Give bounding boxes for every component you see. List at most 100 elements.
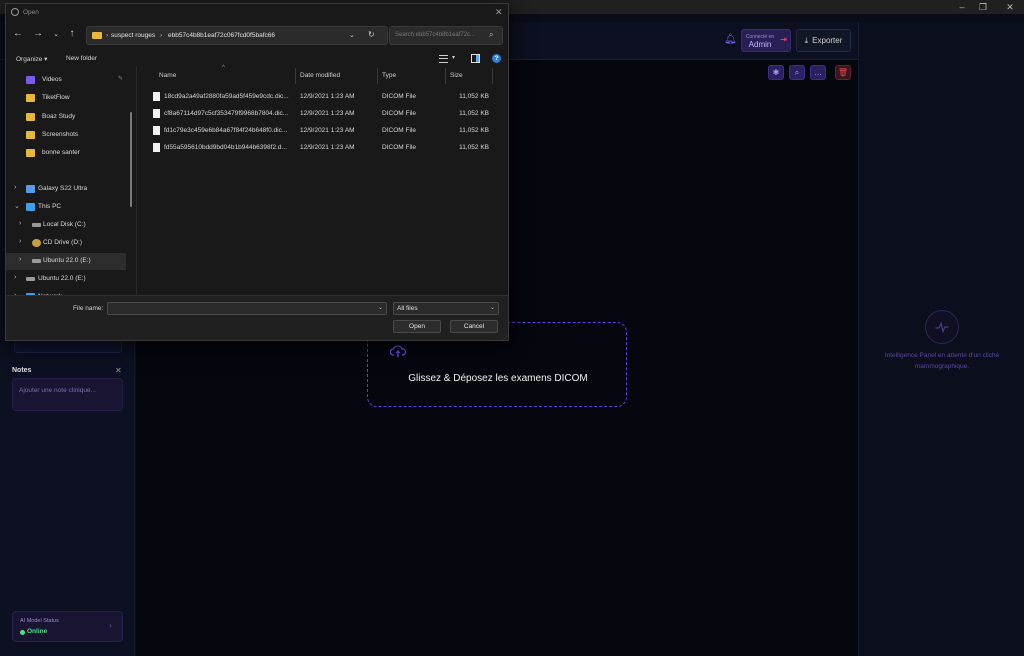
column-divider[interactable]	[445, 68, 446, 84]
zoom-tool-icon[interactable]: ⌕	[789, 65, 805, 80]
breadcrumb-suspect-rouges[interactable]: suspect rouges	[111, 32, 155, 39]
column-header-date[interactable]: Date modified	[300, 72, 340, 79]
up-arrow-icon[interactable]: ↑	[66, 28, 78, 39]
ai-status-value: Online	[27, 628, 48, 635]
chevron-right-icon[interactable]: ›	[14, 184, 16, 191]
column-header-type[interactable]: Type	[382, 72, 396, 79]
chevron-right-icon[interactable]: ›	[19, 238, 21, 245]
file-date: 12/9/2021 1:23 AM	[300, 93, 355, 100]
open-file-dialog: Open ✕ ← → ⌄ ↑ › suspect rouges › ebb57c…	[5, 3, 509, 342]
organize-button[interactable]: Organize ▾	[16, 55, 47, 63]
open-button[interactable]: Open	[393, 320, 441, 333]
logout-icon[interactable]: ⇥	[780, 36, 787, 44]
phone-icon	[26, 185, 35, 193]
status-dot-icon	[20, 630, 25, 635]
column-divider[interactable]	[492, 68, 493, 84]
notes-input[interactable]: Ajouter une note clinique...	[12, 378, 123, 411]
sidebar-item[interactable]: › Galaxy S22 Ultra	[6, 181, 126, 198]
folder-icon	[26, 131, 35, 139]
column-header-name[interactable]: Name	[159, 72, 176, 79]
pulse-icon	[925, 310, 959, 344]
chevron-down-icon[interactable]: ⌄	[378, 304, 383, 311]
settings-tool-icon[interactable]: ✱	[768, 65, 784, 80]
chevron-right-icon[interactable]: ›	[14, 274, 16, 281]
breadcrumb-current-folder[interactable]: ebb57c4b8b1eaf72c067fcd0f5bafc66	[168, 32, 275, 39]
file-name-input[interactable]: ⌄	[107, 302, 387, 315]
close-icon[interactable]: ✕	[495, 7, 503, 18]
sidebar-item-label: Boaz Study	[42, 113, 76, 120]
sidebar-item[interactable]: bonne santer	[6, 145, 126, 162]
address-bar[interactable]: › suspect rouges › ebb57c4b8b1eaf72c067f…	[86, 26, 388, 45]
chevron-right-icon[interactable]: ›	[19, 256, 21, 263]
sidebar-scrollbar[interactable]	[130, 112, 132, 207]
cancel-button[interactable]: Cancel	[450, 320, 498, 333]
sidebar-item[interactable]: › Ubuntu 22.0 (E:)	[6, 271, 126, 288]
minimize-icon[interactable]: –	[955, 1, 969, 13]
column-divider[interactable]	[377, 68, 378, 84]
download-icon: ⤓	[804, 35, 809, 45]
sidebar-item[interactable]: › Ubuntu 22.0 (E:)	[6, 253, 126, 270]
sidebar-item-label: Galaxy S22 Ultra	[38, 185, 88, 192]
back-arrow-icon[interactable]: ←	[12, 28, 24, 39]
sidebar-item[interactable]: TiketFlow	[6, 90, 126, 107]
file-name: 18cd9a2a49af2880fa59ad5f459e9cdc.dic...	[164, 93, 289, 100]
dialog-footer: File name: ⌄ All files ⌄ Open Cancel	[6, 295, 508, 340]
file-size: 11,052 KB	[459, 93, 489, 100]
file-list: ^ Name Date modified Type Size 18cd9a2a4…	[144, 65, 508, 295]
help-icon[interactable]: ?	[492, 54, 501, 63]
sidebar-item[interactable]: Screenshots	[6, 127, 126, 144]
forward-arrow-icon[interactable]: →	[32, 28, 44, 39]
folder-icon	[26, 113, 35, 121]
column-header-size[interactable]: Size	[450, 72, 463, 79]
file-type-select[interactable]: All files ⌄	[393, 302, 499, 315]
sidebar-item[interactable]: ⌄ This PC	[6, 199, 126, 216]
upload-cloud-icon	[390, 345, 406, 357]
close-window-icon[interactable]: ✕	[1003, 1, 1017, 13]
sort-caret-icon: ^	[222, 65, 225, 71]
ai-status-label: AI Model Status	[20, 618, 59, 624]
sidebar-item-label: bonne santer	[42, 149, 80, 156]
sidebar-item-label: Ubuntu 22.0 (E:)	[43, 257, 91, 264]
maximize-icon[interactable]: ❐	[976, 1, 990, 13]
file-type: DICOM File	[382, 110, 416, 117]
view-options-icon[interactable]	[439, 55, 448, 63]
file-type: DICOM File	[382, 127, 416, 134]
file-row[interactable]: fd55a595610bdd9bd04b1b944b6398f2.d... 12/…	[144, 140, 494, 157]
recent-locations-chevron-icon[interactable]: ⌄	[50, 30, 62, 38]
chevron-down-icon: ⌄	[490, 305, 496, 311]
ai-status-card[interactable]: AI Model Status Online ›	[12, 611, 123, 642]
chevron-right-icon[interactable]: ›	[19, 220, 21, 227]
sidebar-item[interactable]: › CD Drive (D:)	[6, 235, 126, 252]
file-row[interactable]: fd1c79e3c459e6b84a67f84f24b648f0.dic... 1…	[144, 123, 494, 140]
export-button[interactable]: ⤓ Exporter	[796, 29, 851, 52]
delete-tool-icon[interactable]: 🗑︎	[835, 65, 851, 80]
study-card[interactable]	[14, 340, 122, 353]
dialog-title: Open	[23, 9, 39, 16]
search-input[interactable]: Search ebb57c4b8b1eaf72c... ⌕	[389, 26, 503, 45]
chevron-down-icon[interactable]: ▾	[452, 54, 455, 61]
file-row[interactable]: 18cd9a2a49af2880fa59ad5f459e9cdc.dic... 1…	[144, 89, 494, 106]
sidebar-item[interactable]: › Local Disk (C:)	[6, 217, 126, 234]
notes-close-icon[interactable]: ✕	[115, 366, 122, 375]
file-row[interactable]: cf8a67114d97c5cf353479f9968b7804.dic... 1…	[144, 106, 494, 123]
sidebar-item-label: CD Drive (D:)	[43, 239, 82, 246]
sidebar-item[interactable]: Videos ✎	[6, 72, 126, 89]
folder-icon	[26, 94, 35, 102]
notification-bell-icon[interactable]: 🔔︎	[724, 34, 737, 45]
resize-grip-icon[interactable]: ⋰	[501, 335, 507, 342]
pin-icon[interactable]: ✎	[118, 75, 123, 82]
file-date: 12/9/2021 1:23 AM	[300, 144, 355, 151]
more-tool-icon[interactable]: …	[810, 65, 826, 80]
notes-title: Notes	[12, 367, 32, 374]
chevron-down-icon[interactable]: ⌄	[14, 202, 20, 210]
file-name: cf8a67114d97c5cf353479f9968b7804.dic...	[164, 110, 289, 117]
chevron-down-icon[interactable]: ⌄	[349, 31, 355, 39]
column-divider[interactable]	[295, 68, 296, 84]
pane-divider[interactable]	[136, 66, 137, 295]
new-folder-button[interactable]: New folder	[66, 55, 97, 62]
sidebar-item[interactable]: Boaz Study	[6, 109, 126, 126]
user-role-button[interactable]: Connecté en Admin ⇥	[741, 29, 791, 52]
file-icon	[153, 126, 160, 135]
preview-pane-icon[interactable]	[471, 54, 480, 63]
refresh-icon[interactable]: ↻	[368, 30, 375, 39]
